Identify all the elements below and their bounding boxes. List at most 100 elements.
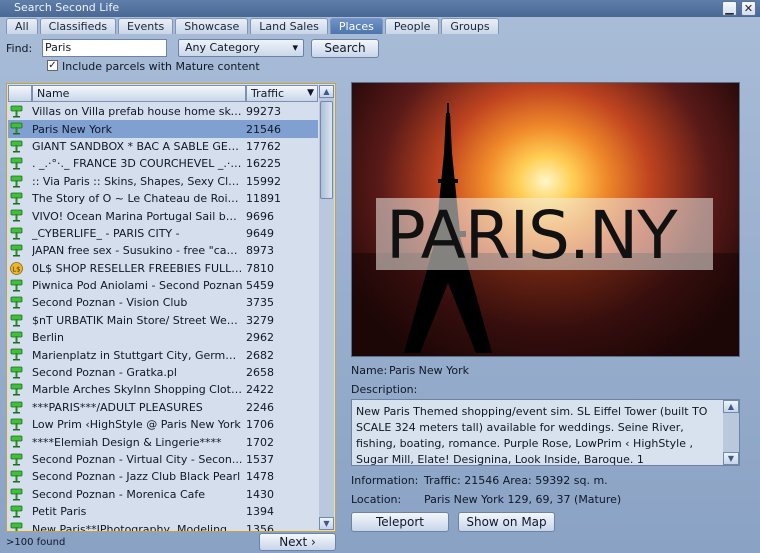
category-value: Any Category [185, 41, 260, 54]
scroll-thumb[interactable] [320, 101, 333, 199]
tab-groups[interactable]: Groups [441, 18, 499, 34]
result-name: Second Poznan - Jazz Club Black Pearl [32, 470, 241, 484]
landmark-pin-icon [10, 140, 23, 153]
result-row[interactable]: Marble Arches SkyInn Shopping Cloth... 24… [8, 381, 318, 398]
traffic-column-header[interactable]: Traffic ▼ [246, 85, 318, 102]
location-value: Paris New York 129, 69, 37 (Mature) [424, 493, 622, 506]
result-row[interactable]: ***PARIS***/ADULT PLEASURES 2246 [8, 399, 318, 416]
result-row[interactable]: Second Poznan - Jazz Club Black Pearl 147… [8, 468, 318, 485]
scroll-down-icon[interactable]: ▼ [319, 517, 334, 530]
landmark-pin-icon [10, 296, 23, 309]
results-list[interactable]: Name Traffic ▼ Villas on Villa prefab ho… [6, 83, 336, 532]
results-rows: Villas on Villa prefab house home sky...… [8, 103, 318, 532]
landmark-pin-icon [10, 366, 23, 379]
result-row[interactable]: Low Prim ‹HighStyle @ Paris New York 1706 [8, 416, 318, 433]
result-row[interactable]: Second Poznan - Virtual City - Secon... 1… [8, 451, 318, 468]
search-input[interactable]: Paris [42, 39, 167, 57]
result-name: Second Poznan - Virtual City - Secon... [32, 453, 243, 466]
result-row[interactable]: Marienplatz in Stuttgart City, Germany 26… [8, 346, 318, 363]
landmark-pin-icon [10, 209, 23, 222]
result-traffic: 9696 [246, 209, 274, 223]
result-name: 0L$ SHOP RESELLER FREEBIES FULL PE... [32, 261, 243, 275]
tab-bar: All Classifieds Events Showcase Land Sales Pl… [6, 18, 499, 34]
result-traffic: 1394 [246, 505, 274, 519]
result-row[interactable]: JAPAN free sex - Susukino - free "cam...… [8, 242, 318, 259]
result-row[interactable]: Paris New York 21546 [8, 120, 318, 138]
result-name: Petit Paris [32, 505, 87, 519]
result-row[interactable]: _CYBERLIFE_ - PARIS CITY - 9649 [8, 225, 318, 242]
category-dropdown[interactable]: Any Category ▾ [178, 39, 304, 57]
result-row[interactable]: GIANT SANDBOX * BAC A SABLE GEANT ... 177… [8, 138, 318, 155]
result-name: Piwnica Pod Aniolami - Second Poznan [32, 279, 243, 293]
scroll-up-icon[interactable]: ▲ [319, 85, 334, 98]
description-box[interactable]: New Paris Themed shopping/event sim. SL … [351, 399, 740, 466]
result-name: New Paris**IPhotography, Modeling... [32, 522, 238, 532]
desc-scroll-up-icon[interactable]: ▲ [723, 400, 739, 413]
result-traffic: 15992 [246, 174, 281, 188]
tab-showcase[interactable]: Showcase [175, 18, 249, 34]
tab-events[interactable]: Events [118, 18, 174, 34]
result-row[interactable]: Second Poznan - Vision Club 3735 [8, 294, 318, 311]
description-scrollbar[interactable]: ▲ ▼ [723, 400, 739, 465]
search-button[interactable]: Search [311, 39, 379, 58]
result-traffic: 1702 [246, 435, 274, 449]
close-button[interactable]: ✕ [741, 1, 756, 16]
tab-people[interactable]: People [384, 18, 440, 34]
results-header: Name Traffic ▼ [8, 85, 318, 102]
result-row[interactable]: Berlin 2962 [8, 329, 318, 346]
result-row[interactable]: . _.·°·._ FRANCE 3D COURCHEVEL _.·°·._ 16… [8, 155, 318, 172]
desc-scroll-down-icon[interactable]: ▼ [723, 452, 739, 465]
name-column-header[interactable]: Name [32, 85, 246, 102]
traffic-column-label: Traffic [251, 87, 285, 100]
result-traffic: 1478 [246, 470, 274, 484]
result-name: Second Poznan - Gratka.pl [32, 366, 177, 380]
result-traffic: 21546 [246, 122, 281, 136]
result-name: GIANT SANDBOX * BAC A SABLE GEANT ... [32, 139, 243, 153]
result-row[interactable]: Piwnica Pod Aniolami - Second Poznan 5459 [8, 277, 318, 294]
teleport-button[interactable]: Teleport [351, 512, 449, 532]
result-traffic: 8973 [246, 244, 274, 258]
result-name: :: Via Paris :: Skins, Shapes, Sexy Clot… [32, 174, 243, 188]
result-traffic: 1706 [246, 418, 274, 432]
mature-label: Include parcels with Mature content [62, 60, 260, 73]
mature-checkbox[interactable]: ✓ [47, 60, 58, 71]
landmark-pin-icon [10, 418, 23, 431]
result-traffic: 17762 [246, 139, 281, 153]
result-row[interactable]: Villas on Villa prefab house home sky...… [8, 103, 318, 120]
result-traffic: 9649 [246, 226, 274, 240]
information-value: Traffic: 21546 Area: 59392 sq. m. [424, 474, 608, 487]
result-name: . _.·°·._ FRANCE 3D COURCHEVEL _.·°·._ [32, 157, 243, 171]
result-row[interactable]: :: Via Paris :: Skins, Shapes, Sexy Clot… [8, 173, 318, 190]
result-row[interactable]: VIVO! Ocean Marina Portugal Sail boa... 9… [8, 207, 318, 224]
landmark-pin-icon [10, 122, 23, 135]
result-traffic: 3279 [246, 313, 274, 327]
result-row[interactable]: Petit Paris 1394 [8, 503, 318, 520]
result-row[interactable]: The Story of O ~ Le Chateau de Roissy 118… [8, 190, 318, 207]
results-scrollbar[interactable]: ▲ ▼ [319, 85, 334, 530]
result-row[interactable]: ****Elemiah Design & Lingerie**** 1702 [8, 433, 318, 450]
result-row[interactable]: $nT URBATIK Main Store/ Street Wea... 327… [8, 312, 318, 329]
landmark-pin-icon [10, 470, 23, 483]
search-window: Search Second Life ▁ ✕ All Classifieds Eve… [0, 0, 760, 553]
title-bar[interactable]: Search Second Life ▁ ✕ [0, 0, 760, 17]
result-row[interactable]: L$ 0L$ SHOP RESELLER FREEBIES FULL PE... 7… [8, 260, 318, 277]
result-row[interactable]: Second Poznan - Gratka.pl 2658 [8, 364, 318, 381]
tab-land-sales[interactable]: Land Sales [250, 18, 328, 34]
result-row[interactable]: Second Poznan - Morenica Cafe 1430 [8, 486, 318, 503]
result-row[interactable]: New Paris**IPhotography, Modeling... 1356 [8, 520, 318, 532]
show-on-map-button[interactable]: Show on Map [458, 512, 555, 532]
tab-places[interactable]: Places [329, 18, 383, 34]
minimize-button[interactable]: ▁ [722, 1, 737, 16]
icon-column-header[interactable] [8, 85, 32, 102]
result-name: VIVO! Ocean Marina Portugal Sail boa... [32, 209, 243, 223]
results-count: >100 found [6, 537, 66, 548]
description-text: New Paris Themed shopping/event sim. SL … [356, 405, 708, 466]
result-name: Low Prim ‹HighStyle @ Paris New York [32, 418, 241, 432]
next-page-button[interactable]: Next › [259, 533, 336, 551]
result-name: The Story of O ~ Le Chateau de Roissy [32, 192, 243, 206]
tab-classifieds[interactable]: Classifieds [39, 18, 117, 34]
landmark-pin-icon [10, 435, 23, 448]
landmark-pin-icon [10, 331, 23, 344]
tab-all[interactable]: All [6, 18, 38, 34]
result-traffic: 11891 [246, 192, 281, 206]
